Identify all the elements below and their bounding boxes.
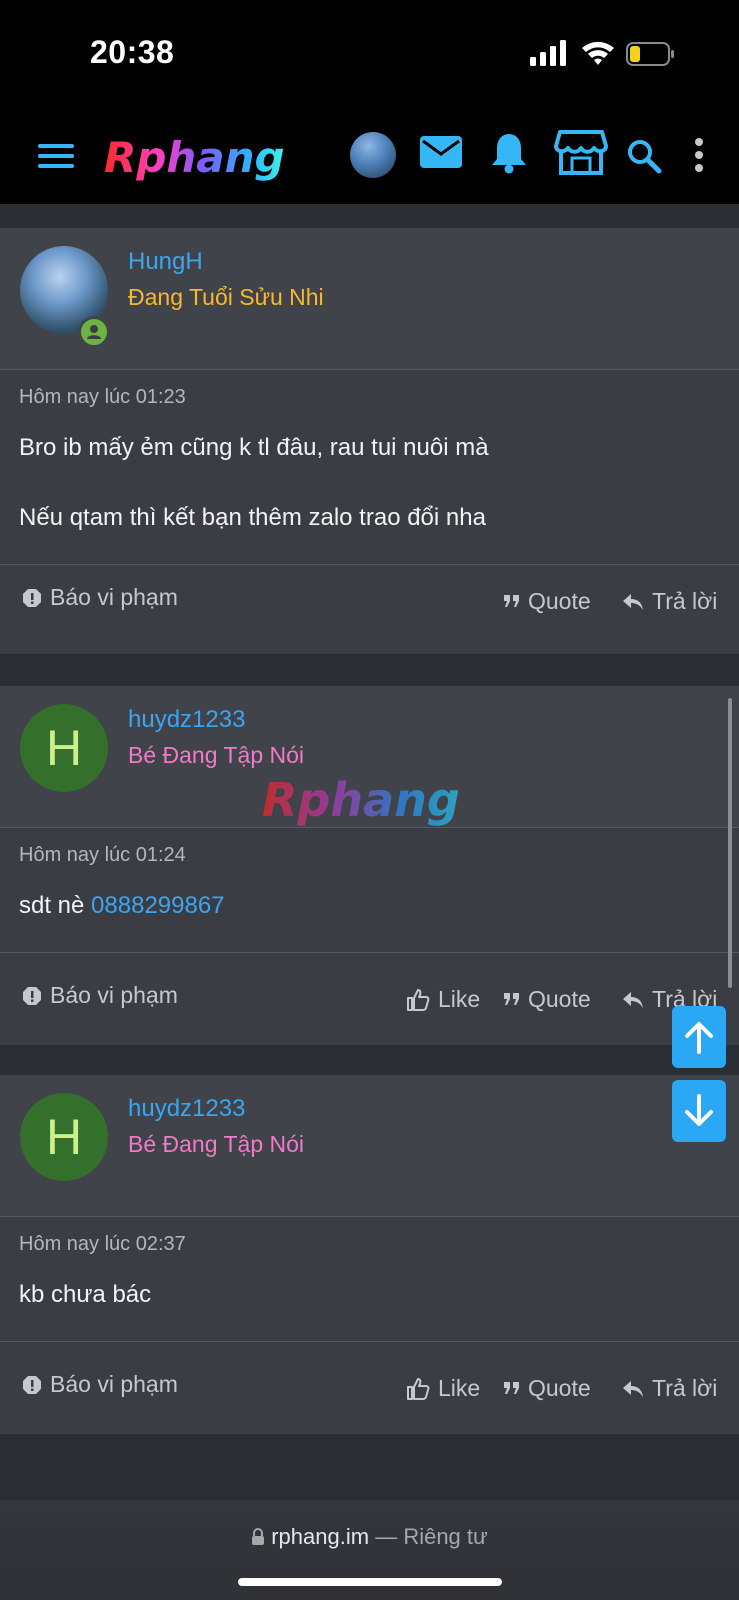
svg-text:Rphang: Rphang	[104, 133, 285, 182]
thumbs-up-icon	[407, 988, 430, 1011]
browser-address-bar[interactable]: rphang.im — Riêng tư	[0, 1500, 739, 1600]
quote-icon	[504, 1381, 519, 1394]
reply-button[interactable]: Trả lời	[622, 1375, 717, 1402]
username[interactable]: HungH	[128, 248, 203, 276]
quote-button[interactable]: Quote	[504, 588, 591, 615]
quote-button[interactable]: Quote	[504, 1375, 591, 1402]
post-message-line: Nếu qtam thì kết bạn thêm zalo trao đổi …	[19, 504, 486, 531]
svg-text:Rphang: Rphang	[262, 773, 460, 827]
post-message: sdt nè 0888299867	[19, 892, 225, 920]
post-card: H huydz1233 Bé Đang Tập Nói Hôm nay lúc …	[0, 686, 739, 1045]
status-bar: 20:38	[0, 0, 739, 108]
report-label: Báo vi phạm	[50, 982, 178, 1008]
more-options-icon[interactable]	[694, 138, 704, 172]
user-title: Bé Đang Tập Nói	[128, 742, 305, 768]
user-title: Bé Đang Tập Nói	[128, 1131, 305, 1157]
online-status-icon	[78, 316, 110, 348]
scrollbar-thumb[interactable]	[728, 698, 732, 988]
mail-icon[interactable]	[420, 136, 462, 168]
divider	[0, 564, 739, 565]
like-button[interactable]: Like	[406, 986, 480, 1013]
arrow-up-icon	[685, 1022, 713, 1054]
store-icon[interactable]	[554, 128, 608, 176]
poster-avatar[interactable]: H	[20, 704, 108, 792]
username[interactable]: huydz1233	[128, 1095, 245, 1123]
status-time: 20:38	[90, 34, 175, 70]
quote-label: Quote	[528, 588, 591, 614]
scroll-to-bottom-button[interactable]	[672, 1080, 726, 1142]
poster-avatar[interactable]: H	[20, 1093, 108, 1181]
reply-label: Trả lời	[652, 1375, 718, 1401]
report-button[interactable]: Báo vi phạm	[22, 1371, 178, 1398]
quote-label: Quote	[528, 986, 591, 1012]
quote-button[interactable]: Quote	[504, 986, 591, 1013]
reply-icon	[623, 593, 643, 610]
quote-label: Quote	[528, 1375, 591, 1401]
reply-icon	[623, 991, 643, 1008]
post-message: kb chưa bác	[19, 1281, 152, 1308]
menu-icon[interactable]	[38, 142, 74, 170]
post-header: HungH Đang Tuổi Sửu Nhi	[0, 228, 739, 370]
privacy-label: Riêng tư	[403, 1524, 488, 1549]
lock-icon	[252, 1528, 265, 1545]
phone-link[interactable]: 0888299867	[91, 892, 224, 919]
battery-icon	[626, 42, 674, 66]
message-text: sdt nè	[19, 892, 92, 919]
quote-icon	[504, 594, 519, 607]
quote-icon	[504, 992, 519, 1005]
notification-bell-icon[interactable]	[490, 132, 528, 174]
report-button[interactable]: Báo vi phạm	[22, 982, 178, 1009]
search-icon[interactable]	[626, 138, 662, 174]
username[interactable]: huydz1233	[128, 706, 245, 734]
reply-button[interactable]: Trả lời	[622, 588, 717, 615]
like-label: Like	[438, 986, 481, 1012]
user-avatar[interactable]	[350, 132, 396, 178]
watermark-logo: Rphang	[262, 773, 460, 827]
post-timestamp[interactable]: Hôm nay lúc 02:37	[19, 1233, 186, 1256]
post-card: HungH Đang Tuổi Sửu Nhi Hôm nay lúc 01:2…	[0, 228, 739, 654]
report-button[interactable]: Báo vi phạm	[22, 584, 178, 611]
post-timestamp[interactable]: Hôm nay lúc 01:24	[19, 844, 186, 867]
top-navbar: Rphang	[0, 108, 739, 204]
user-title: Đang Tuổi Sửu Nhi	[128, 284, 324, 310]
post-timestamp[interactable]: Hôm nay lúc 01:23	[19, 386, 186, 409]
home-indicator[interactable]	[238, 1578, 502, 1586]
like-button[interactable]: Like	[406, 1375, 480, 1402]
report-icon	[23, 1375, 41, 1394]
separator-text: —	[369, 1524, 404, 1549]
scroll-to-top-button[interactable]	[672, 1006, 726, 1068]
address-text[interactable]: rphang.im — Riêng tư	[0, 1524, 739, 1550]
report-icon	[23, 986, 41, 1005]
post-message-line: Bro ib mấy ẻm cũng k tl đâu, rau tui nuô…	[19, 434, 489, 461]
report-icon	[23, 588, 41, 607]
wifi-icon	[582, 41, 614, 65]
domain-text: rphang.im	[271, 1524, 370, 1549]
divider	[0, 1341, 739, 1342]
divider	[0, 952, 739, 953]
cellular-signal-icon	[530, 40, 566, 66]
report-label: Báo vi phạm	[50, 1371, 178, 1397]
post-card: H huydz1233 Bé Đang Tập Nói Hôm nay lúc …	[0, 1075, 739, 1434]
arrow-down-icon	[685, 1094, 713, 1126]
like-label: Like	[438, 1375, 481, 1401]
thumbs-up-icon	[407, 1377, 430, 1400]
reply-icon	[623, 1380, 643, 1397]
post-header: H huydz1233 Bé Đang Tập Nói	[0, 1075, 739, 1217]
report-label: Báo vi phạm	[50, 584, 178, 610]
reply-label: Trả lời	[652, 588, 718, 614]
site-logo[interactable]: Rphang	[100, 132, 312, 184]
